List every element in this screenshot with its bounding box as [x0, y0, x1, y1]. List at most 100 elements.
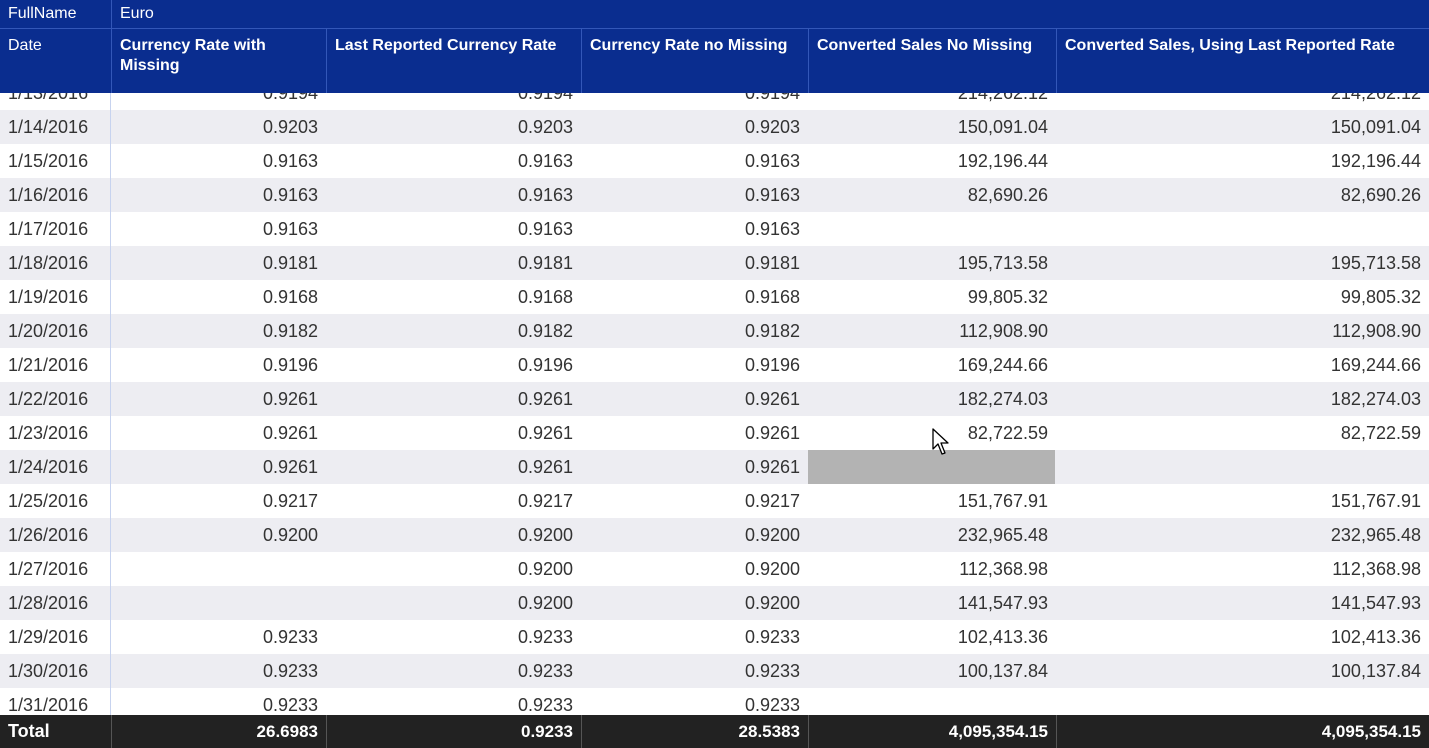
header-group-row: FullName Euro: [0, 0, 1429, 28]
table-row[interactable]: 1/15/2016 0.9163 0.9163 0.9163 192,196.44 192…: [0, 144, 1429, 178]
table-row[interactable]: 1/23/2016 0.9261 0.9261 0.9261 82,722.59 82,7…: [0, 416, 1429, 450]
cell-sales-no-missing: 82,690.26: [967, 185, 1048, 205]
cell-rate-missing: 0.9163: [262, 185, 318, 205]
table-row-partial[interactable]: 1/13/2016 0.9194 0.9194 0.9194 214,262.12 214…: [0, 93, 1429, 110]
col-header-rate-missing[interactable]: Currency Rate with Missing: [111, 29, 326, 93]
cell-rate-missing: [111, 586, 326, 620]
cell-sales-last-reported: 232,965.48: [1330, 525, 1421, 545]
cell-rate-no-missing: 0.9203: [744, 117, 800, 137]
cell-rate-missing: 0.9181: [262, 253, 318, 273]
cell-sales-last-reported: 169,244.66: [1330, 355, 1421, 375]
cell-sales-last-reported: 82,722.59: [1340, 423, 1421, 443]
total-last-reported-rate: 0.9233: [521, 722, 573, 741]
column-group-euro[interactable]: Euro: [111, 0, 1429, 28]
cell-date: 1/26/2016: [8, 525, 89, 545]
cell-date: 1/13/2016: [8, 93, 89, 103]
table-row[interactable]: 1/19/2016 0.9168 0.9168 0.9168 99,805.32 99,8…: [0, 280, 1429, 314]
cell-date: 1/30/2016: [8, 661, 89, 681]
table-row[interactable]: 1/16/2016 0.9163 0.9163 0.9163 82,690.26 82,6…: [0, 178, 1429, 212]
cell-last-reported-rate: 0.9261: [517, 457, 573, 477]
cell-sales-no-missing: [808, 212, 1056, 246]
cell-rate-no-missing: 0.9261: [744, 389, 800, 409]
cell-rate-missing: 0.9182: [262, 321, 318, 341]
matrix-visual: FullName Euro Date Currency Rate with Mi…: [0, 0, 1429, 748]
table-row[interactable]: 1/29/2016 0.9233 0.9233 0.9233 102,413.36 102…: [0, 620, 1429, 654]
cell-rate-no-missing: 0.9261: [744, 423, 800, 443]
column-header-row: Date Currency Rate with Missing Last Rep…: [0, 28, 1429, 93]
cell-rate-missing: 0.9261: [262, 389, 318, 409]
cell-sales-last-reported: [1056, 450, 1429, 484]
cell-sales-last-reported: 112,368.98: [1332, 559, 1421, 579]
cell-date: 1/21/2016: [8, 355, 89, 375]
table-body[interactable]: 1/13/2016 0.9194 0.9194 0.9194 214,262.12 214…: [0, 93, 1429, 715]
mouse-pointer-icon: [932, 428, 949, 455]
cell-sales-last-reported: 141,547.93: [1330, 593, 1421, 613]
table-row[interactable]: 1/27/2016 0.9200 0.9200 112,368.98 112,368.9…: [0, 552, 1429, 586]
total-rate-no-missing: 28.5383: [738, 722, 800, 741]
cell-date: 1/14/2016: [8, 117, 89, 137]
cell-last-reported-rate: 0.9168: [517, 287, 573, 307]
cell-date: 1/19/2016: [8, 287, 89, 307]
cell-date: 1/15/2016: [8, 151, 89, 171]
cell-last-reported-rate: 0.9203: [517, 117, 573, 137]
cell-date: 1/23/2016: [8, 423, 89, 443]
cell-sales-last-reported: 82,690.26: [1340, 185, 1421, 205]
cell-rate-missing: 0.9233: [262, 661, 318, 681]
cell-rate-missing: 0.9217: [262, 491, 318, 511]
table-row[interactable]: 1/25/2016 0.9217 0.9217 0.9217 151,767.91 151…: [0, 484, 1429, 518]
cell-sales-last-reported: 151,767.91: [1330, 491, 1421, 511]
cell-date: 1/27/2016: [8, 559, 89, 579]
cell-sales-no-missing: 112,908.90: [959, 321, 1048, 341]
cell-rate-no-missing: 0.9200: [744, 593, 800, 613]
cell-sales-no-missing: 141,547.93: [957, 593, 1048, 613]
cell-date: 1/25/2016: [8, 491, 89, 511]
cell-rate-missing: 0.9194: [262, 93, 318, 103]
cell-sales-last-reported: 192,196.44: [1330, 151, 1421, 171]
col-header-sales-no-missing[interactable]: Converted Sales No Missing: [808, 29, 1056, 93]
cell-rate-no-missing: 0.9233: [744, 695, 800, 715]
cell-rate-no-missing: 0.9233: [744, 627, 800, 647]
table-row[interactable]: 1/21/2016 0.9196 0.9196 0.9196 169,244.66 169…: [0, 348, 1429, 382]
table-row[interactable]: 1/30/2016 0.9233 0.9233 0.9233 100,137.84 100…: [0, 654, 1429, 688]
table-row[interactable]: 1/28/2016 0.9200 0.9200 141,547.93 141,547.9…: [0, 586, 1429, 620]
cell-last-reported-rate: 0.9196: [517, 355, 573, 375]
cell-rate-no-missing: 0.9163: [744, 185, 800, 205]
cell-last-reported-rate: 0.9261: [517, 389, 573, 409]
cell-last-reported-rate: 0.9200: [517, 525, 573, 545]
col-header-date[interactable]: Date: [0, 29, 111, 93]
table-row[interactable]: 1/22/2016 0.9261 0.9261 0.9261 182,274.03 182…: [0, 382, 1429, 416]
cell-sales-last-reported: 150,091.04: [1330, 117, 1421, 137]
cell-sales-no-missing: 195,713.58: [957, 253, 1048, 273]
table-row[interactable]: 1/20/2016 0.9182 0.9182 0.9182 112,908.90 112…: [0, 314, 1429, 348]
cell-sales-last-reported: 112,908.90: [1332, 321, 1421, 341]
cell-date: 1/20/2016: [8, 321, 89, 341]
cell-sales-last-reported: 99,805.32: [1340, 287, 1421, 307]
cell-sales-no-missing: 182,274.03: [957, 389, 1048, 409]
table-row[interactable]: 1/24/2016 0.9261 0.9261 0.9261: [0, 450, 1429, 484]
cell-sales-last-reported: 100,137.84: [1330, 661, 1421, 681]
col-header-sales-last-reported[interactable]: Converted Sales, Using Last Reported Rat…: [1056, 29, 1429, 93]
cell-rate-missing: 0.9203: [262, 117, 318, 137]
cell-rate-no-missing: 0.9200: [744, 525, 800, 545]
table-row[interactable]: 1/31/2016 0.9233 0.9233 0.9233: [0, 688, 1429, 715]
row-header-label[interactable]: FullName: [0, 0, 111, 28]
cell-date: 1/18/2016: [8, 253, 89, 273]
table-row[interactable]: 1/17/2016 0.9163 0.9163 0.9163: [0, 212, 1429, 246]
table-row[interactable]: 1/18/2016 0.9181 0.9181 0.9181 195,713.58 195…: [0, 246, 1429, 280]
cell-sales-last-reported: [1056, 212, 1429, 246]
cell-last-reported-rate: 0.9163: [517, 151, 573, 171]
total-sales-last-reported: 4,095,354.15: [1321, 722, 1421, 741]
col-header-last-reported-rate[interactable]: Last Reported Currency Rate: [326, 29, 581, 93]
cell-sales-no-missing: 100,137.84: [957, 661, 1048, 681]
cell-sales-no-missing: 112,368.98: [959, 559, 1048, 579]
col-header-rate-no-missing[interactable]: Currency Rate no Missing: [581, 29, 808, 93]
cell-sales-last-reported: 102,413.36: [1330, 627, 1421, 647]
table-row[interactable]: 1/14/2016 0.9203 0.9203 0.9203 150,091.04 150…: [0, 110, 1429, 144]
cell-sales-no-missing: 102,413.36: [957, 627, 1048, 647]
cell-rate-missing: 0.9233: [262, 695, 318, 715]
cell-last-reported-rate: 0.9233: [517, 661, 573, 681]
cell-sales-last-reported: [1056, 688, 1429, 715]
cell-sales-no-missing: 99,805.32: [967, 287, 1048, 307]
cell-last-reported-rate: 0.9217: [517, 491, 573, 511]
table-row[interactable]: 1/26/2016 0.9200 0.9200 0.9200 232,965.48 232…: [0, 518, 1429, 552]
